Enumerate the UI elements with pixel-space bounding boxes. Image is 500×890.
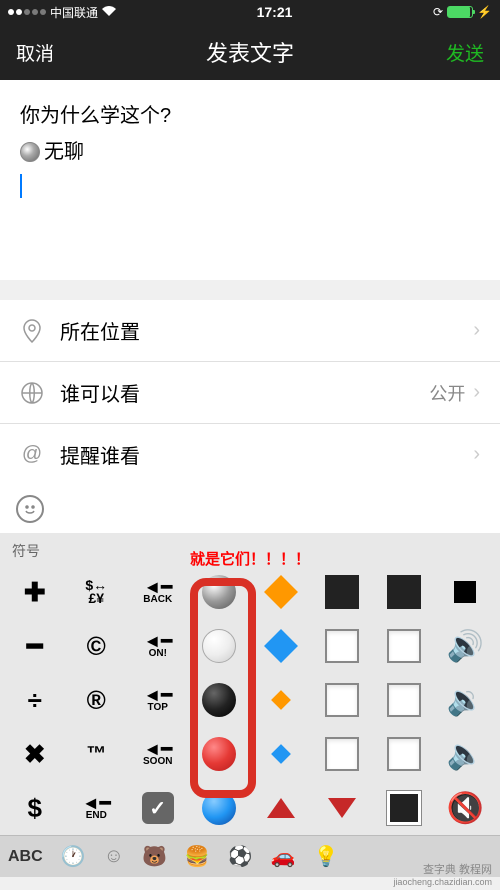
kb-tab-recent-icon[interactable]: 🕐: [61, 844, 86, 869]
carrier-label: 中国联通: [50, 4, 98, 21]
send-button[interactable]: 发送: [446, 39, 484, 66]
battery-icon: [447, 6, 473, 18]
key-top[interactable]: ◄━TOP: [127, 673, 189, 727]
rotation-lock-icon: ⟳: [433, 5, 443, 19]
location-pin-icon: [20, 319, 44, 343]
mention-row[interactable]: @ 提醒谁看 ›: [0, 424, 500, 485]
compose-line-2: 无聊: [20, 134, 480, 170]
mention-label: 提醒谁看: [60, 440, 473, 469]
key-square-black-2[interactable]: [373, 565, 435, 619]
key-speaker-loud[interactable]: 🔊: [435, 619, 497, 673]
key-end[interactable]: ◄━END: [66, 781, 128, 835]
key-copyright[interactable]: ©: [66, 619, 128, 673]
key-back[interactable]: ◄━BACK: [127, 565, 189, 619]
status-left: 中国联通: [8, 4, 116, 21]
at-icon: @: [20, 443, 44, 467]
kb-tab-smiley-icon[interactable]: ☺: [104, 845, 124, 868]
status-time: 17:21: [257, 4, 293, 20]
text-cursor: [20, 174, 22, 198]
visibility-row[interactable]: 谁可以看 公开 ›: [0, 362, 500, 424]
chevron-right-icon: ›: [473, 443, 480, 466]
key-dollar[interactable]: $: [4, 781, 66, 835]
location-row[interactable]: 所在位置 ›: [0, 300, 500, 362]
key-square-outline-4[interactable]: [373, 673, 435, 727]
kb-tab-symbol-icon[interactable]: 💡: [314, 844, 339, 869]
kb-tab-food-icon[interactable]: 🍔: [185, 844, 210, 869]
key-square-outline-3[interactable]: [312, 673, 374, 727]
key-soon[interactable]: ◄━SOON: [127, 727, 189, 781]
emoji-toggle-row: [0, 485, 500, 533]
chevron-right-icon: ›: [473, 319, 480, 342]
key-triangle-up[interactable]: [250, 781, 312, 835]
compose-textarea[interactable]: 你为什么学这个? 无聊: [0, 80, 500, 280]
settings-list: 所在位置 › 谁可以看 公开 › @ 提醒谁看 ›: [0, 300, 500, 485]
cancel-button[interactable]: 取消: [16, 39, 54, 66]
key-square-outline-2[interactable]: [373, 619, 435, 673]
smiley-icon[interactable]: [16, 495, 44, 523]
key-diamond-blue-small[interactable]: [250, 727, 312, 781]
key-square-dark[interactable]: [373, 781, 435, 835]
key-divide[interactable]: ÷: [4, 673, 66, 727]
status-bar: 中国联通 17:21 ⟳ ⚡: [0, 0, 500, 24]
key-square-outline-1[interactable]: [312, 619, 374, 673]
key-speaker-med[interactable]: 🔉: [435, 673, 497, 727]
key-on[interactable]: ◄━ON!: [127, 619, 189, 673]
kb-tab-car-icon[interactable]: 🚗: [271, 844, 296, 869]
location-label: 所在位置: [60, 316, 473, 345]
bullet-emoji-icon: [20, 142, 40, 162]
key-square-black-1[interactable]: [312, 565, 374, 619]
signal-dots: [8, 9, 46, 15]
key-square-small-black[interactable]: [435, 565, 497, 619]
key-minus[interactable]: ━: [4, 619, 66, 673]
key-diamond-blue[interactable]: [250, 619, 312, 673]
charging-icon: ⚡: [477, 5, 492, 19]
key-checkbox[interactable]: ✓: [127, 781, 189, 835]
key-registered[interactable]: ®: [66, 673, 128, 727]
status-right: ⟳ ⚡: [433, 5, 492, 19]
nav-bar: 取消 发表文字 发送: [0, 24, 500, 80]
compose-line-1: 你为什么学这个?: [20, 98, 480, 134]
key-square-outline-6[interactable]: [373, 727, 435, 781]
chevron-right-icon: ›: [473, 381, 480, 404]
page-title: 发表文字: [206, 36, 294, 68]
annotation-highlight-box: [190, 578, 256, 798]
kb-tab-bear-icon[interactable]: 🐻: [142, 844, 167, 869]
key-triangle-down[interactable]: [312, 781, 374, 835]
key-speaker-mute[interactable]: 🔇: [435, 781, 497, 835]
key-square-outline-5[interactable]: [312, 727, 374, 781]
visibility-value: 公开: [429, 380, 465, 406]
key-diamond-orange-small[interactable]: [250, 673, 312, 727]
kb-tab-sport-icon[interactable]: ⚽: [228, 844, 253, 869]
key-currency[interactable]: $↔£¥: [66, 565, 128, 619]
key-speaker-low[interactable]: 🔈: [435, 727, 497, 781]
key-plus[interactable]: ✚: [4, 565, 66, 619]
annotation-text: 就是它们！！！！: [190, 548, 310, 569]
visibility-label: 谁可以看: [60, 378, 429, 407]
key-diamond-orange[interactable]: [250, 565, 312, 619]
kb-tab-abc[interactable]: ABC: [8, 848, 43, 866]
key-tm[interactable]: ™: [66, 727, 128, 781]
globe-icon: [20, 381, 44, 405]
key-multiply[interactable]: ✖: [4, 727, 66, 781]
wifi-icon: [102, 5, 116, 19]
watermark: 查字典 教程网 jiaocheng.chazidian.com: [393, 864, 492, 888]
